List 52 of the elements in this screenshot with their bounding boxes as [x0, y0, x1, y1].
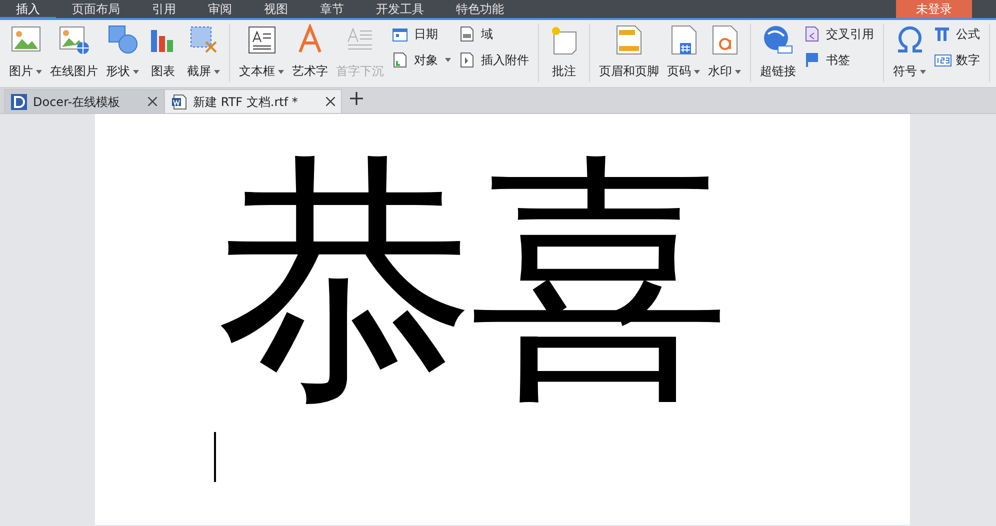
- caret-icon: [214, 70, 220, 74]
- document-tab[interactable]: 新建 RTF 文档.rtf *: [164, 89, 342, 113]
- menu-tab[interactable]: 章节: [304, 0, 360, 18]
- toolbar-button[interactable]: 批注: [545, 24, 583, 80]
- toolbar-button[interactable]: 形状: [103, 24, 142, 80]
- menu-tab[interactable]: 页面布局: [56, 0, 136, 18]
- text-box-icon: [246, 24, 278, 56]
- toolbar-button[interactable]: 页码: [664, 24, 703, 80]
- close-icon[interactable]: [326, 97, 335, 106]
- menu-tab[interactable]: 开发工具: [360, 0, 440, 18]
- pi-icon: [934, 26, 952, 42]
- toolbar-button[interactable]: 对象: [392, 50, 451, 70]
- toolbar-button[interactable]: 域: [459, 24, 529, 44]
- caret-icon: [133, 70, 139, 74]
- menu-tab[interactable]: 引用: [136, 0, 192, 18]
- toolbar-button[interactable]: 日期: [392, 24, 451, 44]
- caret-icon: [278, 70, 284, 74]
- docer-logo-icon: [11, 94, 27, 110]
- text-cursor: [214, 432, 216, 482]
- shapes-icon: [106, 24, 138, 56]
- toolbar-button[interactable]: 公式: [934, 24, 980, 44]
- toolbar-button[interactable]: 书签: [804, 50, 874, 70]
- plus-icon[interactable]: [350, 92, 363, 105]
- menu-tab[interactable]: 审阅: [192, 0, 248, 18]
- toolbar-button[interactable]: 图片: [6, 24, 45, 80]
- caret-icon: [735, 70, 741, 74]
- toolbar-button[interactable]: 页眉和页脚: [596, 24, 662, 80]
- caret-icon: [445, 58, 451, 62]
- toolbar-button[interactable]: 插入附件: [459, 50, 529, 70]
- document-text: 恭喜: [214, 127, 724, 412]
- toolbar-button[interactable]: 截屏: [184, 24, 223, 80]
- menu-tab[interactable]: 特色功能: [440, 0, 520, 18]
- toolbar-button[interactable]: 图表: [144, 24, 182, 80]
- caret-icon: [694, 70, 700, 74]
- toolbar-button[interactable]: 艺术字: [289, 24, 331, 80]
- document-tab[interactable]: Docer-在线模板: [4, 89, 164, 113]
- toolbar-button[interactable]: 符号: [890, 24, 929, 80]
- toolbar-button[interactable]: 文本框: [236, 24, 287, 80]
- online-picture-icon: [58, 24, 90, 56]
- caret-icon: [36, 70, 42, 74]
- toolbar-button[interactable]: 水印: [705, 24, 744, 80]
- number-icon: [934, 52, 952, 68]
- toolbar-button[interactable]: 数字: [934, 50, 980, 70]
- toolbar-button[interactable]: 交叉引用: [804, 24, 874, 44]
- toolbar-button[interactable]: 在线图片: [47, 24, 101, 80]
- close-icon[interactable]: [148, 97, 158, 106]
- globe-link-icon: [762, 24, 794, 56]
- toolbar-button[interactable]: 超链接: [757, 24, 799, 80]
- caret-icon: [920, 70, 926, 74]
- document-icon: [171, 94, 188, 110]
- menu-tab[interactable]: 视图: [248, 0, 304, 18]
- calendar-icon: [392, 26, 410, 42]
